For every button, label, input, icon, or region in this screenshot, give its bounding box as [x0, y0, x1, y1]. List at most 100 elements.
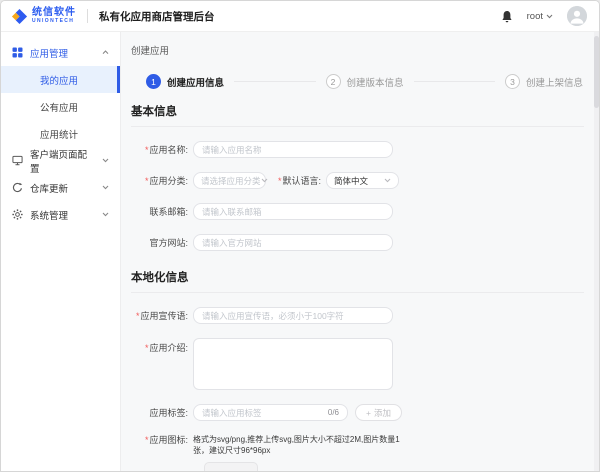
app-window: 统信软件 UNIONTECH 私有化应用商店管理后台 root — [0, 0, 600, 472]
sidebar-group-label: 应用管理 — [30, 46, 68, 60]
sidebar-group-label: 仓库更新 — [30, 181, 68, 195]
sidebar-group-app-management[interactable]: 应用管理 — [1, 39, 120, 66]
required-mark: * — [136, 311, 140, 321]
required-mark: * — [145, 435, 149, 445]
step-create-version-info: 2 创建版本信息 — [326, 74, 404, 89]
step-label: 创建上架信息 — [526, 75, 583, 89]
user-name: root — [527, 11, 543, 22]
sidebar-item-label: 公有应用 — [40, 100, 78, 114]
brand-logo: 统信软件 UNIONTECH — [11, 8, 76, 25]
main-content: 创建应用 1 创建应用信息 2 创建版本信息 3 创建上架信息 — [121, 32, 599, 471]
app-icon-label: *应用图标: — [131, 435, 188, 446]
chevron-up-icon — [102, 50, 109, 55]
brand-text: 统信软件 UNIONTECH — [32, 8, 76, 24]
sidebar-item-label: 我的应用 — [40, 73, 78, 87]
contact-email-field — [193, 203, 393, 220]
chevron-down-icon — [384, 178, 391, 183]
sidebar-group-repo-update[interactable]: 仓库更新 — [1, 174, 120, 201]
plus-icon: + — [366, 408, 371, 418]
sidebar-group-label: 客户端页面配置 — [30, 147, 95, 175]
required-mark: * — [145, 176, 149, 186]
sidebar-item-label: 应用统计 — [40, 127, 78, 141]
form-row-app-icon: *应用图标: 格式为svg/png,推荐上传svg,图片大小不超过2M,图片数量… — [131, 435, 584, 456]
app-category-label: *应用分类: — [131, 174, 188, 187]
required-mark: * — [278, 176, 282, 186]
uniontech-logo-icon — [11, 8, 28, 25]
sidebar-item-public-apps[interactable]: 公有应用 — [1, 93, 120, 120]
form-row-app-name: *应用名称: — [131, 141, 584, 158]
section-divider — [131, 292, 584, 293]
step-label: 创建版本信息 — [347, 75, 404, 89]
contact-email-input[interactable] — [202, 207, 384, 217]
official-site-input[interactable] — [202, 238, 384, 248]
page-title: 私有化应用商店管理后台 — [99, 9, 215, 24]
step-connector — [234, 81, 315, 82]
sidebar-group-system-management[interactable]: 系统管理 — [1, 201, 120, 228]
app-tags-field: 0/6 — [193, 404, 348, 421]
refresh-icon — [12, 182, 23, 193]
app-slogan-field — [193, 307, 393, 324]
upload-row: + 上传图标 — [204, 462, 584, 471]
form-row-official-site: 官方网站: — [131, 234, 584, 251]
app-intro-label: *应用介绍: — [131, 341, 188, 354]
upload-icon-button[interactable]: + 上传图标 — [204, 462, 258, 471]
app-tags-input[interactable] — [202, 408, 324, 418]
app-category-select[interactable]: 请选择应用分类 — [193, 172, 266, 189]
form-row-contact-email: 联系邮箱: — [131, 203, 584, 220]
brand-name-en: UNIONTECH — [32, 19, 76, 24]
gear-icon — [12, 209, 23, 220]
form-row-app-intro: *应用介绍: — [131, 338, 584, 390]
step-number: 2 — [326, 74, 341, 89]
app-slogan-label: *应用宣传语: — [131, 309, 188, 322]
sidebar-item-app-statistics[interactable]: 应用统计 — [1, 120, 120, 147]
topbar-actions: root — [501, 6, 587, 26]
form-row-app-slogan: *应用宣传语: — [131, 307, 584, 324]
app-slogan-input[interactable] — [202, 311, 384, 321]
official-site-field — [193, 234, 393, 251]
app-name-label: *应用名称: — [131, 143, 188, 156]
bell-icon[interactable] — [501, 10, 513, 23]
app-intro-textarea[interactable] — [193, 338, 393, 390]
monitor-icon — [12, 155, 23, 166]
official-site-label: 官方网站: — [131, 236, 188, 249]
sidebar-group-client-page-config[interactable]: 客户端页面配置 — [1, 147, 120, 174]
section-divider — [131, 126, 584, 127]
default-language-select[interactable]: 简体中文 — [326, 172, 399, 189]
app-tags-label: 应用标签: — [131, 406, 188, 419]
sidebar: 应用管理 我的应用 公有应用 应用统计 — [1, 32, 121, 471]
tag-counter: 0/6 — [328, 408, 339, 417]
step-connector — [414, 81, 495, 82]
contact-email-label: 联系邮箱: — [131, 205, 188, 218]
section-title-basic-info: 基本信息 — [131, 103, 584, 119]
stepper: 1 创建应用信息 2 创建版本信息 3 创建上架信息 — [146, 74, 583, 89]
form-row-app-tags: 应用标签: 0/6 + 添加 — [131, 404, 584, 421]
vertical-scrollbar[interactable] — [594, 32, 599, 471]
header-divider — [87, 9, 88, 23]
section-title-localization-info: 本地化信息 — [131, 269, 584, 285]
breadcrumb: 创建应用 — [121, 32, 599, 57]
step-label: 创建应用信息 — [167, 75, 224, 89]
add-tag-label: 添加 — [374, 407, 391, 419]
default-language-label: *默认语言: — [278, 174, 321, 187]
top-bar: 统信软件 UNIONTECH 私有化应用商店管理后台 root — [1, 1, 599, 32]
sidebar-group-label: 系统管理 — [30, 208, 68, 222]
add-tag-button[interactable]: + 添加 — [355, 404, 402, 421]
chevron-down-icon — [102, 185, 109, 190]
avatar[interactable] — [567, 6, 587, 26]
required-mark: * — [145, 343, 149, 353]
step-create-app-info: 1 创建应用信息 — [146, 74, 224, 89]
chevron-down-icon — [261, 178, 268, 183]
app-name-input[interactable] — [202, 145, 384, 155]
create-app-form: 基本信息 *应用名称: *应用分类: 请选择应用分类 — [121, 103, 599, 471]
required-mark: * — [145, 145, 149, 155]
user-menu[interactable]: root — [527, 11, 553, 22]
app-category-placeholder: 请选择应用分类 — [201, 175, 261, 187]
chevron-down-icon — [546, 14, 553, 19]
scrollbar-thumb[interactable] — [594, 36, 599, 108]
sidebar-item-my-apps[interactable]: 我的应用 — [1, 66, 120, 93]
chevron-down-icon — [102, 158, 109, 163]
chevron-down-icon — [102, 212, 109, 217]
app-name-field — [193, 141, 393, 158]
app-icon-hint: 格式为svg/png,推荐上传svg,图片大小不超过2M,图片数量1张，建议尺寸… — [193, 435, 405, 456]
step-number: 1 — [146, 74, 161, 89]
